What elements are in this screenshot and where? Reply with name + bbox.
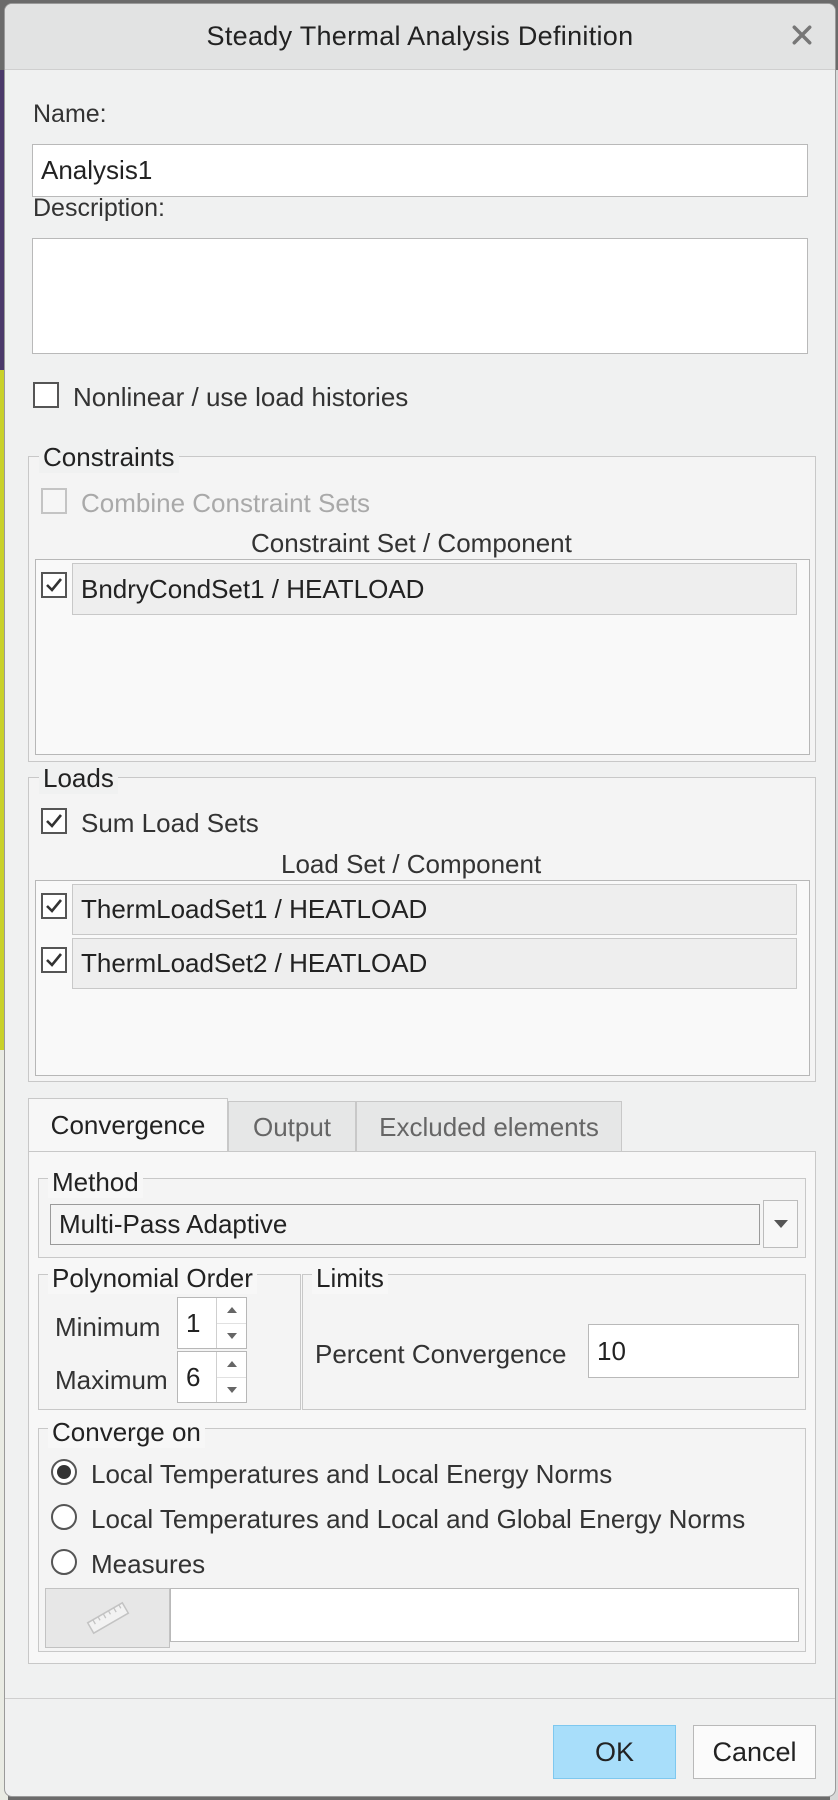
nonlinear-checkbox[interactable] xyxy=(33,382,59,408)
spin-down-icon[interactable] xyxy=(217,1378,246,1403)
load-row[interactable]: ThermLoadSet2 / HEATLOAD xyxy=(72,938,797,989)
converge-option-label: Local Temperatures and Local Energy Norm… xyxy=(91,1459,613,1489)
combine-constraint-sets-checkbox[interactable] xyxy=(41,488,67,514)
polynomial-order-legend: Polynomial Order xyxy=(48,1263,257,1294)
spin-up-icon[interactable] xyxy=(217,1352,246,1378)
ok-button[interactable]: OK xyxy=(553,1725,676,1779)
tab-convergence[interactable]: Convergence xyxy=(28,1098,228,1152)
measures-input[interactable] xyxy=(170,1588,799,1642)
converge-option-radio[interactable] xyxy=(51,1504,77,1530)
description-textarea[interactable] xyxy=(32,238,808,354)
spin-up-icon[interactable] xyxy=(217,1298,246,1324)
nonlinear-label: Nonlinear / use load histories xyxy=(73,382,409,412)
converge-on-legend: Converge on xyxy=(48,1417,205,1448)
converge-option-radio[interactable] xyxy=(51,1459,77,1485)
maximum-stepper[interactable]: 6 xyxy=(177,1351,247,1403)
load-row-checkbox[interactable] xyxy=(41,947,67,973)
sum-load-sets-checkbox[interactable] xyxy=(41,808,67,834)
name-input[interactable]: Analysis1 xyxy=(32,144,808,197)
converge-option-radio[interactable] xyxy=(51,1549,77,1575)
constraint-column-header: Constraint Set / Component xyxy=(251,528,572,558)
footer-divider xyxy=(5,1698,835,1699)
load-row[interactable]: ThermLoadSet1 / HEATLOAD xyxy=(72,884,797,935)
maximum-value[interactable]: 6 xyxy=(178,1352,216,1402)
percent-convergence-label: Percent Convergence xyxy=(315,1339,567,1369)
cancel-button[interactable]: Cancel xyxy=(693,1725,816,1779)
sum-load-sets-label: Sum Load Sets xyxy=(81,808,259,838)
maximum-label: Maximum xyxy=(55,1365,168,1395)
name-label: Name: xyxy=(33,100,107,128)
constraint-row[interactable]: BndryCondSet1 / HEATLOAD xyxy=(72,563,797,615)
minimum-value[interactable]: 1 xyxy=(178,1298,216,1348)
combine-constraint-sets-label: Combine Constraint Sets xyxy=(81,488,371,518)
minimum-label: Minimum xyxy=(55,1312,161,1342)
minimum-stepper[interactable]: 1 xyxy=(177,1297,247,1349)
tab-output[interactable]: Output xyxy=(228,1101,356,1152)
spin-down-icon[interactable] xyxy=(217,1324,246,1349)
dialog-titlebar: Steady Thermal Analysis Definition xyxy=(5,4,835,70)
chevron-down-icon[interactable] xyxy=(763,1200,798,1248)
method-legend: Method xyxy=(48,1167,143,1198)
analysis-definition-dialog: Steady Thermal Analysis Definition Name:… xyxy=(4,3,836,1797)
converge-option-label: Local Temperatures and Local and Global … xyxy=(91,1504,746,1534)
load-column-header: Load Set / Component xyxy=(281,849,542,879)
load-row-checkbox[interactable] xyxy=(41,893,67,919)
limits-legend: Limits xyxy=(312,1263,388,1294)
dialog-title: Steady Thermal Analysis Definition xyxy=(206,21,634,51)
ruler-icon[interactable] xyxy=(45,1588,170,1648)
percent-convergence-input[interactable]: 10 xyxy=(588,1324,799,1378)
constraints-legend: Constraints xyxy=(39,442,179,473)
tab-excluded-elements[interactable]: Excluded elements xyxy=(356,1101,622,1152)
close-icon[interactable] xyxy=(787,20,817,50)
loads-legend: Loads xyxy=(39,763,118,794)
constraint-row-checkbox[interactable] xyxy=(41,572,67,598)
method-select[interactable]: Multi-Pass Adaptive xyxy=(50,1204,760,1245)
description-label: Description: xyxy=(33,194,165,222)
converge-option-label: Measures xyxy=(91,1549,206,1579)
